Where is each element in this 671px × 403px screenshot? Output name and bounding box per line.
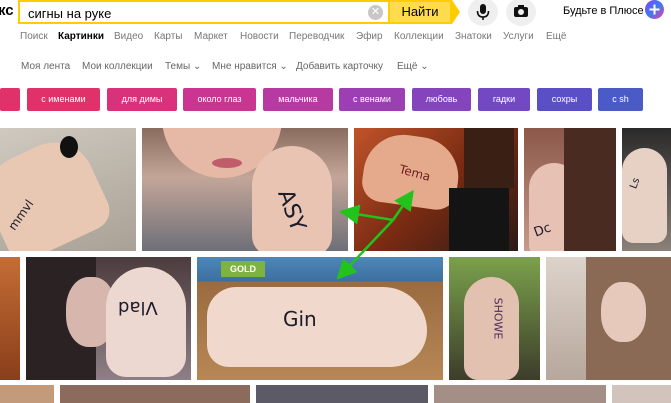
image-result[interactable] [546, 257, 671, 380]
plus-icon[interactable] [645, 0, 664, 19]
tag-chip[interactable]: с именами [27, 88, 100, 111]
nail-polish [60, 136, 78, 158]
subnav-my-collections[interactable]: Мои коллекции [82, 61, 153, 72]
service-more[interactable]: Ещё [546, 31, 566, 42]
image-result[interactable] [612, 385, 671, 403]
service-efir[interactable]: Эфир [356, 31, 383, 42]
voice-search-button[interactable] [468, 0, 498, 26]
search-header: кс ✕ Найти Будьте в Плюсе [0, 0, 671, 26]
subnav-themes[interactable]: Темы ⌄ [165, 61, 201, 72]
image-result[interactable]: Dc [524, 128, 616, 251]
microphone-icon [476, 4, 490, 20]
subnav-my-feed[interactable]: Моя лента [21, 61, 70, 72]
camera-icon [514, 5, 528, 17]
subnav-add-card[interactable]: Добавить карточку [296, 61, 383, 72]
tag-chip[interactable]: сохры [537, 88, 592, 111]
hand-shape [106, 267, 186, 377]
service-collections[interactable]: Коллекции [394, 31, 444, 42]
service-experts[interactable]: Знатоки [455, 31, 492, 42]
lips-shape [212, 158, 242, 168]
service-uslugi[interactable]: Услуги [503, 31, 534, 42]
images-subnav: Моя лента Мои коллекции Темы ⌄ Мне нрави… [0, 61, 671, 77]
search-input[interactable] [28, 4, 348, 22]
plus-sign-icon [649, 4, 660, 15]
tag-chip[interactable]: около глаз [183, 88, 256, 111]
tag-chip[interactable]: мальчика [263, 88, 333, 111]
package-label: GOLD [221, 261, 265, 277]
image-result[interactable] [434, 385, 606, 403]
search-box: ✕ [18, 0, 388, 24]
yandex-images-page: кс ✕ Найти Будьте в Плюсе [0, 0, 671, 403]
service-market[interactable]: Маркет [194, 31, 228, 42]
subnav-likes[interactable]: Мне нравится ⌄ [212, 61, 288, 72]
image-result[interactable]: Vlad [26, 257, 191, 380]
image-result[interactable]: GOLD Gin [197, 257, 443, 380]
service-maps[interactable]: Карты [154, 31, 183, 42]
image-result[interactable] [0, 257, 20, 380]
tag-chip[interactable]: для димы [107, 88, 177, 111]
services-nav: Поиск Картинки Видео Карты Маркет Новост… [0, 31, 671, 47]
tag-chip[interactable]: гадки [478, 88, 530, 111]
service-images[interactable]: Картинки [58, 31, 104, 42]
image-result[interactable]: Tema [354, 128, 518, 251]
image-result[interactable]: ASY [142, 128, 348, 251]
hand-writing: Vlad [118, 297, 158, 318]
hand-shape [207, 287, 427, 367]
face-shape [601, 282, 646, 342]
image-result[interactable] [0, 385, 54, 403]
service-translator[interactable]: Переводчик [289, 31, 344, 42]
tag-chip[interactable]: с венами [339, 88, 405, 111]
arm-shape [622, 148, 667, 243]
image-result[interactable]: SHOWE [449, 257, 540, 380]
yandex-logo[interactable]: кс [0, 2, 14, 19]
hand-shape [0, 129, 116, 251]
tag-chip[interactable] [0, 88, 20, 111]
image-result[interactable]: Ls [622, 128, 671, 251]
subnav-more[interactable]: Ещё ⌄ [397, 61, 429, 72]
image-result[interactable]: mmvl [0, 128, 136, 251]
find-button-arrow [452, 0, 460, 24]
find-button[interactable]: Найти [388, 0, 452, 24]
related-tags: с именами для димы около глаз мальчика с… [0, 88, 671, 112]
hair-shape [464, 128, 514, 188]
tag-chip[interactable]: любовь [412, 88, 471, 111]
hand-writing: SHOWE [491, 297, 505, 340]
shirt-shape [449, 188, 509, 251]
plus-promo-link[interactable]: Будьте в Плюсе [563, 5, 644, 17]
image-search-button[interactable] [506, 0, 536, 26]
image-result[interactable] [256, 385, 428, 403]
tag-chip[interactable]: с sh [598, 88, 643, 111]
image-result[interactable] [60, 385, 250, 403]
hair-shape [564, 128, 616, 251]
service-search[interactable]: Поиск [20, 31, 48, 42]
service-video[interactable]: Видео [114, 31, 143, 42]
hand-writing: Gin [283, 307, 317, 331]
service-news[interactable]: Новости [240, 31, 279, 42]
clear-search-button[interactable]: ✕ [368, 5, 383, 20]
